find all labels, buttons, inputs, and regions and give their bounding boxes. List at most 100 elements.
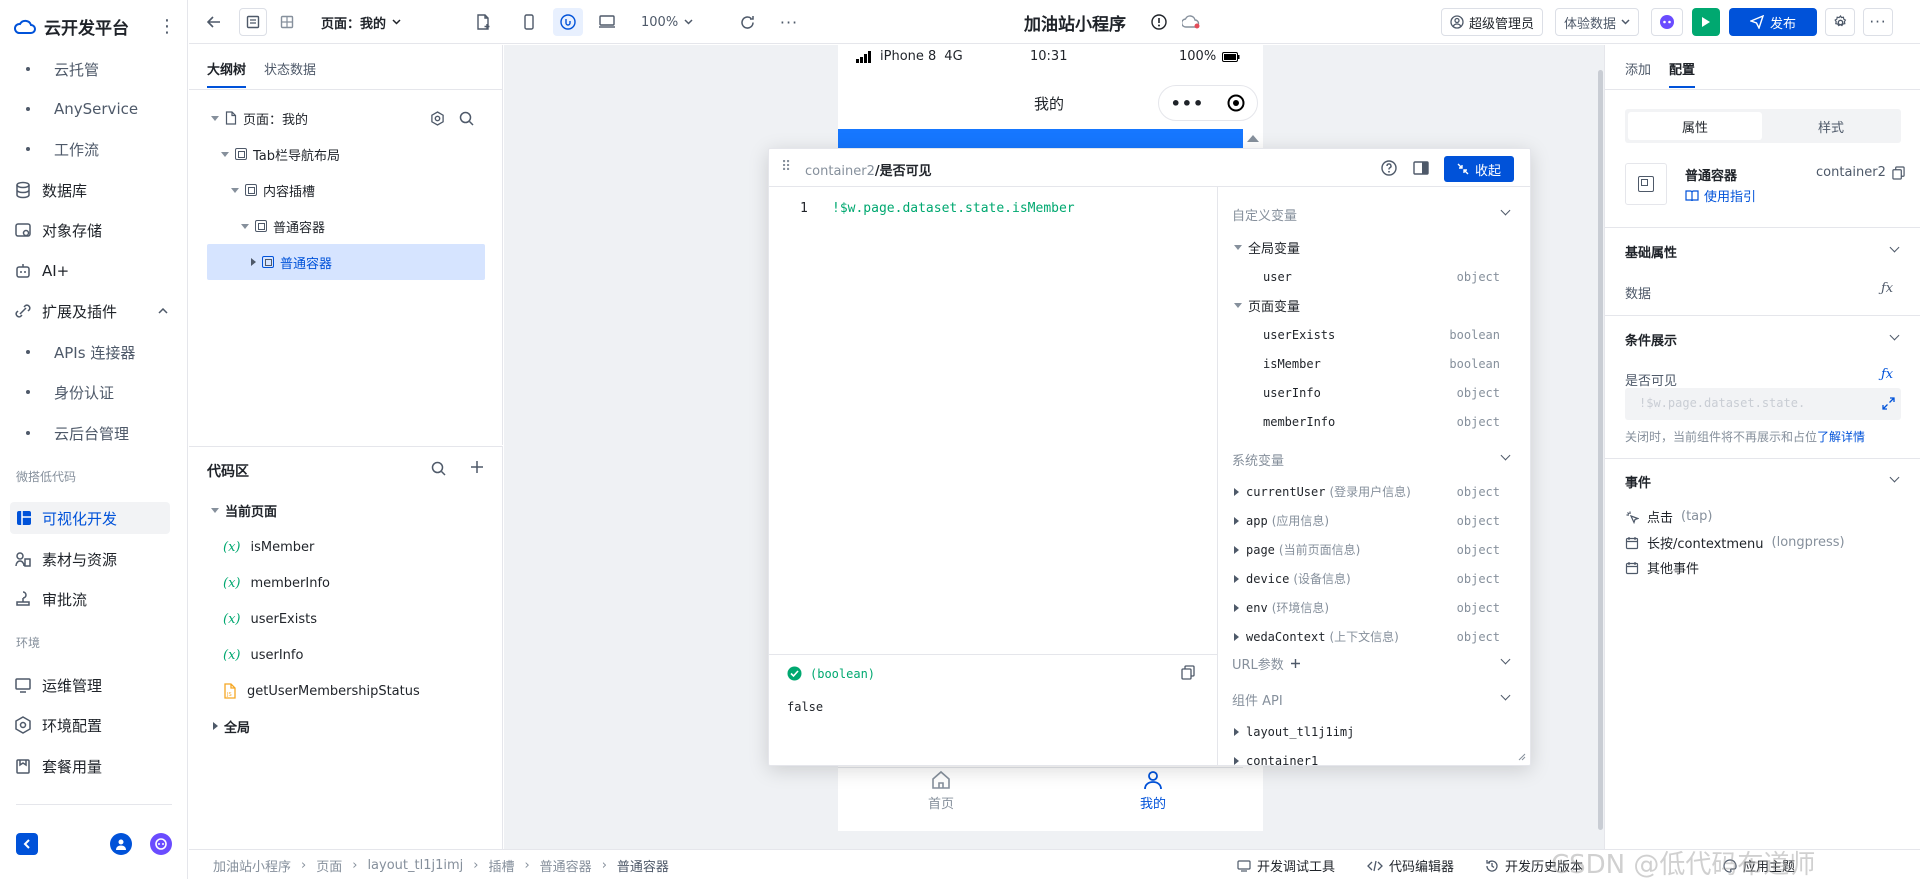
add-icon[interactable] bbox=[470, 460, 484, 474]
tab-state-data[interactable]: 状态数据 bbox=[264, 59, 316, 88]
fx-icon[interactable]: ƒx bbox=[1881, 367, 1893, 382]
event-longpress[interactable]: 长按/contextmenu (longpress) bbox=[1625, 533, 1845, 552]
nav-item-admin[interactable]: 云后台管理 bbox=[14, 417, 174, 449]
nav-item-plugins[interactable]: 扩展及插件 bbox=[14, 295, 174, 327]
nav-item-env-config[interactable]: 环境配置 bbox=[14, 709, 174, 741]
chevron-down-icon[interactable] bbox=[1500, 690, 1511, 701]
comp-api-container1[interactable]: container1 bbox=[1218, 746, 1518, 765]
drag-handle-icon[interactable]: ⠿ bbox=[781, 159, 791, 175]
nav-item-ops[interactable]: 运维管理 bbox=[14, 669, 174, 701]
condition-header[interactable]: 条件展示 bbox=[1625, 330, 1677, 349]
chevron-up-icon[interactable] bbox=[158, 308, 168, 314]
nav-item-workflow[interactable]: 工作流 bbox=[14, 133, 174, 165]
debug-tools-button[interactable]: 开发调试工具 bbox=[1237, 856, 1335, 875]
sys-var-env[interactable]: env (环境信息) object bbox=[1218, 593, 1518, 622]
phone-tab-mine[interactable]: 我的 bbox=[1140, 769, 1166, 812]
resize-handle-icon[interactable] bbox=[1516, 751, 1526, 761]
capsule-button[interactable]: ••• bbox=[1158, 85, 1258, 121]
info-icon[interactable] bbox=[1147, 8, 1171, 36]
breadcrumb-item[interactable]: 普通容器 bbox=[617, 856, 669, 875]
more-horizontal-icon[interactable]: ··· bbox=[775, 8, 803, 36]
selected-container-highlight[interactable] bbox=[838, 129, 1243, 149]
nav-item-assets[interactable]: 素材与资源 bbox=[14, 543, 174, 575]
nav-item-auth[interactable]: 身份认证 bbox=[14, 376, 174, 408]
refresh-icon[interactable] bbox=[733, 8, 761, 36]
layout-view-icon[interactable] bbox=[273, 8, 301, 36]
code-func[interactable]: JS getUserMembershipStatus bbox=[223, 676, 420, 706]
tree-node-slot[interactable]: 内容插槽 bbox=[231, 173, 315, 207]
chevron-down-icon[interactable] bbox=[1889, 330, 1900, 341]
canvas-scrollbar[interactable] bbox=[1598, 70, 1603, 830]
code-var-ismember[interactable]: (x) isMember bbox=[223, 532, 314, 562]
nav-item-anyservice[interactable]: AnyService bbox=[14, 93, 174, 125]
chevron-down-icon[interactable] bbox=[1889, 472, 1900, 483]
search-icon[interactable] bbox=[431, 461, 446, 476]
global-vars-group[interactable]: 全局变量 bbox=[1218, 233, 1518, 262]
more-vertical-icon[interactable]: ⋮ bbox=[158, 16, 176, 37]
add-param-icon[interactable] bbox=[1290, 658, 1301, 669]
copy-icon[interactable] bbox=[1181, 665, 1195, 680]
current-page-group[interactable]: 当前页面 bbox=[211, 493, 277, 527]
expand-icon[interactable] bbox=[1882, 397, 1895, 410]
side-panel-toggle-icon[interactable] bbox=[1413, 160, 1429, 176]
more-menu-icon[interactable]: ··· bbox=[1863, 8, 1893, 36]
tree-node-page[interactable]: 页面：我的 bbox=[211, 101, 481, 135]
sys-var-device[interactable]: device (设备信息) object bbox=[1218, 564, 1518, 593]
back-arrow-icon[interactable] bbox=[201, 8, 227, 36]
nav-item-apis[interactable]: APIs 连接器 bbox=[14, 336, 174, 368]
sys-var-wedacontext[interactable]: wedaContext (上下文信息) object bbox=[1218, 622, 1518, 651]
learn-more-link[interactable]: 了解详情 bbox=[1817, 430, 1865, 444]
tab-outline[interactable]: 大纲树 bbox=[207, 59, 247, 88]
brand[interactable]: 云开发平台 bbox=[14, 14, 129, 39]
settings-gear-icon[interactable] bbox=[1825, 8, 1855, 36]
search-icon[interactable] bbox=[459, 111, 474, 126]
nav-item-package[interactable]: 套餐用量 bbox=[14, 750, 174, 782]
segment-style[interactable]: 样式 bbox=[1764, 112, 1898, 140]
admin-button[interactable]: 超级管理员 bbox=[1441, 8, 1544, 36]
publish-button[interactable]: 发布 bbox=[1729, 8, 1817, 36]
breadcrumb-item[interactable]: 普通容器 bbox=[540, 856, 592, 875]
desktop-preview-icon[interactable] bbox=[593, 8, 621, 36]
nav-item-database[interactable]: 数据库 bbox=[14, 174, 174, 206]
var-row-userexists[interactable]: userExists boolean bbox=[1263, 320, 1518, 349]
code-var-userinfo[interactable]: (x) userInfo bbox=[223, 640, 303, 670]
segment-props[interactable]: 属性 bbox=[1628, 112, 1762, 140]
nav-item-storage[interactable]: 对象存储 bbox=[14, 214, 174, 246]
breadcrumb-item[interactable]: 插槽 bbox=[488, 856, 514, 875]
page-selector[interactable]: 页面：我的 bbox=[321, 8, 401, 36]
collapse-nav-icon[interactable] bbox=[16, 833, 38, 855]
chevron-down-icon[interactable] bbox=[1500, 450, 1511, 461]
tree-node-container1[interactable]: 普通容器 bbox=[241, 209, 325, 243]
global-group[interactable]: 全局 bbox=[213, 709, 250, 743]
scroll-up-arrow[interactable] bbox=[1247, 135, 1259, 142]
expression-code[interactable]: !$w.page.dataset.state.isMember bbox=[832, 201, 1075, 216]
phone-tab-home[interactable]: 首页 bbox=[928, 769, 954, 812]
tree-node-container2[interactable]: 普通容器 bbox=[251, 245, 332, 279]
chevron-down-icon[interactable] bbox=[1500, 205, 1511, 216]
nav-item-ai[interactable]: AI+ bbox=[14, 255, 174, 287]
ai-robot-icon[interactable] bbox=[1651, 8, 1683, 36]
visible-expression-input[interactable]: !$w.page.dataset.state. bbox=[1625, 388, 1901, 420]
page-view-icon[interactable] bbox=[239, 8, 267, 36]
code-var-memberinfo[interactable]: (x) memberInfo bbox=[223, 568, 330, 598]
user-icon[interactable] bbox=[110, 833, 132, 855]
usage-guide-link[interactable]: 使用指引 bbox=[1685, 186, 1756, 205]
tree-node-tab-layout[interactable]: Tab栏导航布局 bbox=[221, 137, 340, 171]
breadcrumb-item[interactable]: 页面 bbox=[316, 856, 342, 875]
cloud-sync-icon[interactable] bbox=[1179, 8, 1203, 36]
experience-data-button[interactable]: 体验数据 bbox=[1555, 8, 1640, 36]
comp-api-layout[interactable]: layout_tl1j1imj bbox=[1218, 717, 1518, 746]
events-header[interactable]: 事件 bbox=[1625, 472, 1651, 491]
sys-var-app[interactable]: app (应用信息) object bbox=[1218, 506, 1518, 535]
zoom-selector[interactable]: 100% bbox=[641, 8, 693, 36]
var-row-memberinfo[interactable]: memberInfo object bbox=[1263, 407, 1518, 436]
event-other[interactable]: 其他事件 bbox=[1625, 558, 1699, 577]
run-preview-icon[interactable] bbox=[1692, 8, 1720, 36]
event-tap[interactable]: 点击 (tap) bbox=[1625, 507, 1712, 526]
chevron-down-icon[interactable] bbox=[1500, 654, 1511, 665]
chevron-down-icon[interactable] bbox=[1889, 242, 1900, 253]
var-row-user[interactable]: user object bbox=[1263, 262, 1518, 291]
help-icon[interactable] bbox=[1381, 160, 1397, 176]
tab-add[interactable]: 添加 bbox=[1625, 59, 1651, 88]
nav-item-approval[interactable]: 审批流 bbox=[14, 583, 174, 615]
